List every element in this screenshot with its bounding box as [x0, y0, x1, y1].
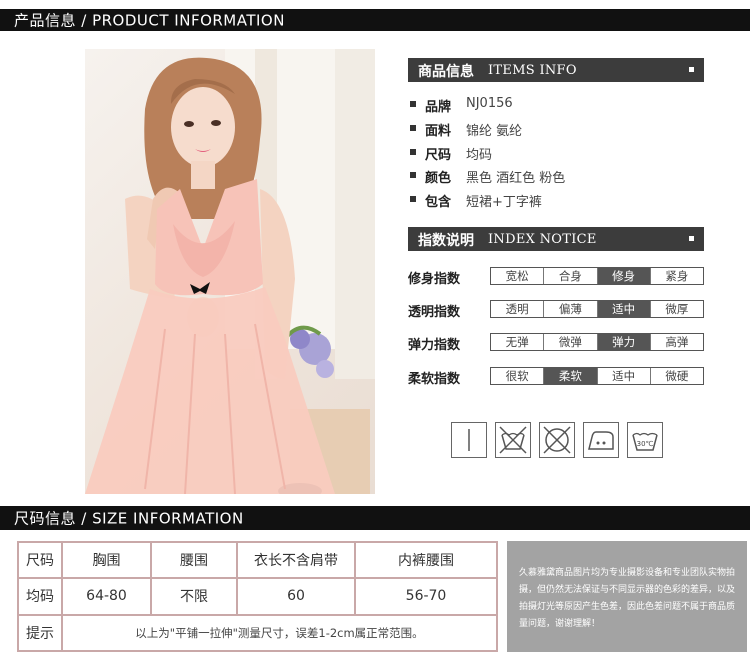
table-header-cell: 腰围	[150, 540, 238, 580]
table-note-row: 提示 以上为"平铺一拉伸"测量尺寸，误差1-2cm属正常范围。	[17, 613, 498, 653]
table-cell: 均码	[17, 577, 63, 616]
info-label: 面料	[425, 124, 452, 139]
index-scale: 宽松 合身 修身 紧身	[490, 267, 704, 285]
table-header-cell: 内裤腰围	[354, 540, 498, 580]
index-notice-title-en: INDEX NOTICE	[488, 232, 597, 247]
index-option: 微厚	[649, 301, 703, 317]
index-option: 修身	[596, 268, 650, 284]
index-notice-header: 指数说明 INDEX NOTICE	[408, 227, 704, 251]
index-option: 高弹	[649, 334, 703, 350]
table-note-label: 提示	[17, 613, 63, 653]
product-info-banner-text: 产品信息 / PRODUCT INFORMATION	[14, 11, 285, 30]
header-square-icon	[689, 67, 694, 72]
index-label: 柔软指数	[408, 372, 461, 387]
index-option: 微硬	[649, 368, 703, 384]
table-cell: 60	[236, 577, 356, 616]
wash-temp-label: 30℃	[637, 440, 654, 448]
info-label: 颜色	[425, 171, 452, 186]
index-notice-title-cn: 指数说明	[418, 233, 474, 249]
table-cell: 56-70	[354, 577, 498, 616]
table-header-cell: 胸围	[61, 540, 152, 580]
info-value: 短裙+丁字裤	[466, 195, 542, 210]
no-hand-wash-icon	[495, 422, 531, 458]
bullet-icon	[410, 101, 416, 107]
product-info-banner: 产品信息 / PRODUCT INFORMATION	[0, 9, 750, 31]
index-label: 透明指数	[408, 305, 461, 320]
index-option: 透明	[505, 302, 529, 316]
info-label: 尺码	[425, 148, 452, 163]
info-value: 锦纶 氨纶	[466, 124, 523, 139]
wash-30c-icon: 30℃	[627, 422, 663, 458]
index-option: 紧身	[649, 268, 703, 284]
no-tumble-dry-icon	[539, 422, 575, 458]
info-label: 包含	[425, 195, 452, 210]
size-info-banner: 尺码信息 / SIZE INFORMATION	[0, 506, 750, 530]
size-info-banner-text: 尺码信息 / SIZE INFORMATION	[14, 509, 244, 528]
index-row-fit: 修身指数 宽松 合身 修身 紧身	[408, 267, 704, 287]
table-cell: 不限	[150, 577, 238, 616]
table-header-cell: 衣长不含肩带	[236, 540, 356, 580]
index-scale: 透明 偏薄 适中 微厚	[490, 300, 704, 318]
info-label: 品牌	[425, 100, 452, 115]
table-note: 以上为"平铺一拉伸"测量尺寸，误差1-2cm属正常范围。	[61, 613, 498, 653]
index-scale: 无弹 微弹 弹力 高弹	[490, 333, 704, 351]
index-option: 微弹	[543, 334, 596, 350]
items-info-header: 商品信息 ITEMS INFO	[408, 58, 704, 82]
table-header-row: 尺码 胸围 腰围 衣长不含肩带 内裤腰围	[17, 540, 498, 580]
table-header-cell: 尺码	[17, 540, 63, 580]
index-scale: 很软 柔软 适中 微硬	[490, 367, 704, 385]
no-bleach-icon	[451, 422, 487, 458]
table-cell: 64-80	[61, 577, 152, 616]
index-option: 适中	[596, 301, 650, 317]
bullet-icon	[410, 172, 416, 178]
info-value: NJ0156	[466, 96, 513, 111]
color-difference-notice: 久慕雅黛商品图片均为专业摄影设备和专业团队实物拍摄，但仍然无法保证与不同显示器的…	[507, 541, 747, 652]
info-value: 黑色 酒红色 粉色	[466, 171, 566, 186]
index-option: 偏薄	[543, 301, 596, 317]
index-row-transparency: 透明指数 透明 偏薄 适中 微厚	[408, 300, 704, 320]
index-option: 无弹	[505, 335, 529, 349]
index-option: 适中	[596, 368, 650, 384]
index-option: 宽松	[505, 269, 529, 283]
index-row-elasticity: 弹力指数 无弹 微弹 弹力 高弹	[408, 333, 704, 353]
index-label: 修身指数	[408, 272, 461, 287]
index-row-softness: 柔软指数 很软 柔软 适中 微硬	[408, 367, 704, 387]
bullet-icon	[410, 196, 416, 202]
index-label: 弹力指数	[408, 338, 461, 353]
index-option: 柔软	[543, 368, 597, 384]
index-option: 很软	[505, 369, 529, 383]
no-iron-icon	[583, 422, 619, 458]
product-photo	[85, 49, 375, 494]
info-value: 均码	[466, 148, 493, 163]
size-table: 尺码 胸围 腰围 衣长不含肩带 内裤腰围 均码 64-80 不限 60 56-7…	[17, 540, 498, 653]
items-info-title-en: ITEMS INFO	[488, 63, 577, 78]
header-square-icon	[689, 236, 694, 241]
table-row: 均码 64-80 不限 60 56-70	[17, 577, 498, 616]
index-option: 弹力	[596, 334, 650, 350]
bullet-icon	[410, 149, 416, 155]
bullet-icon	[410, 125, 416, 131]
items-info-title-cn: 商品信息	[418, 64, 474, 80]
index-option: 合身	[543, 268, 596, 284]
